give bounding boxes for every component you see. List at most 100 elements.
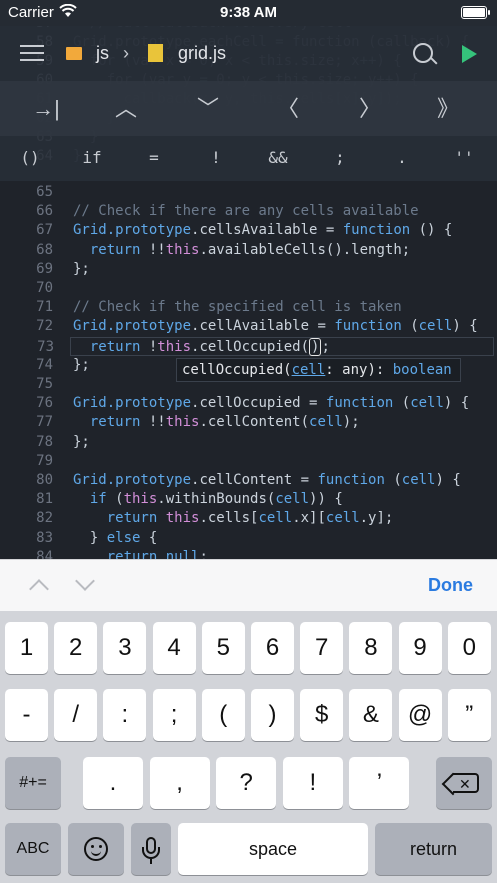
cursor-up-button[interactable]: ︿ bbox=[106, 94, 146, 124]
key[interactable]: ; bbox=[152, 689, 196, 741]
line-text: Grid.prototype.cellAvailable = function … bbox=[73, 318, 478, 335]
emoji-icon bbox=[84, 837, 108, 861]
snippet-button[interactable]: ; bbox=[320, 146, 360, 170]
done-button[interactable]: Done bbox=[428, 575, 473, 596]
key[interactable]: 7 bbox=[300, 622, 344, 674]
key[interactable]: 0 bbox=[447, 622, 491, 674]
line-number: 74 bbox=[36, 356, 53, 373]
key[interactable]: . bbox=[83, 757, 143, 809]
tab-key-button[interactable]: →| bbox=[26, 94, 66, 124]
line-number: 66 bbox=[36, 203, 53, 220]
dictation-key[interactable] bbox=[131, 823, 171, 875]
key[interactable]: 5 bbox=[201, 622, 245, 674]
key[interactable]: $ bbox=[300, 689, 344, 741]
line-number: 70 bbox=[36, 280, 53, 296]
line-text: Grid.prototype.cellsAvailable = function… bbox=[73, 222, 453, 239]
snippet-toolbar: () if =! &&;. '' bbox=[0, 136, 497, 181]
line-number: 65 bbox=[36, 184, 53, 200]
backspace-key[interactable]: ✕ bbox=[436, 757, 492, 809]
editor-toolbar: js › grid.js →| ︿ ﹀ 〈 〉 》 () if =! &&;. '' bbox=[0, 26, 497, 181]
key[interactable]: : bbox=[103, 689, 147, 741]
abc-key[interactable]: ABC bbox=[5, 823, 61, 875]
key[interactable]: ’ bbox=[349, 757, 410, 809]
line-text: } else { bbox=[73, 529, 158, 546]
menu-icon[interactable] bbox=[20, 39, 44, 67]
key[interactable]: ! bbox=[282, 757, 343, 809]
line-number: 75 bbox=[36, 376, 53, 392]
line-text: }; bbox=[73, 356, 90, 373]
key[interactable]: ) bbox=[251, 689, 294, 741]
line-text: }; bbox=[73, 260, 90, 277]
line-number: 77 bbox=[36, 414, 53, 431]
line-number: 81 bbox=[36, 491, 53, 508]
snippet-button[interactable]: ! bbox=[196, 146, 236, 170]
return-key[interactable]: return bbox=[375, 823, 492, 875]
snippet-button[interactable]: () bbox=[10, 146, 50, 170]
cursor-left-button[interactable]: 〈 bbox=[268, 94, 308, 124]
code-line: 83 } else { bbox=[0, 529, 497, 548]
previous-field-icon[interactable] bbox=[29, 579, 49, 599]
snippet-button[interactable]: . bbox=[382, 146, 422, 170]
battery-icon bbox=[461, 6, 490, 19]
tooltip-param: cell bbox=[291, 362, 326, 378]
breadcrumb-folder[interactable]: js bbox=[96, 39, 109, 67]
line-text: if (this.withinBounds(cell)) { bbox=[89, 491, 343, 508]
key[interactable]: @ bbox=[398, 689, 442, 741]
emoji-key[interactable] bbox=[68, 823, 124, 875]
js-file-icon bbox=[148, 44, 163, 62]
snippet-button[interactable]: && bbox=[258, 146, 298, 170]
code-line: 67 Grid.prototype.cellsAvailable = functi… bbox=[0, 221, 497, 240]
line-text: }; bbox=[73, 433, 90, 450]
snippet-button[interactable]: '' bbox=[444, 146, 484, 170]
line-text: Grid.prototype.cellContent = function (c… bbox=[73, 472, 461, 488]
navigation-toolbar: →| ︿ ﹀ 〈 〉 》 bbox=[0, 81, 497, 136]
key[interactable]: 8 bbox=[349, 622, 393, 674]
line-text: return !this.cellOccupied(); bbox=[89, 337, 330, 356]
line-text: return this.cells[cell.x][cell.y]; bbox=[106, 510, 394, 527]
key[interactable]: ? bbox=[216, 757, 277, 809]
cursor-down-button[interactable]: ﹀ bbox=[188, 94, 228, 124]
code-line: 73 return !this.cellOccupied(); bbox=[37, 336, 494, 356]
line-text: // Check if the specified cell is taken bbox=[73, 299, 402, 316]
snippet-button[interactable]: if bbox=[72, 146, 112, 170]
code-line: 78}; bbox=[0, 433, 497, 452]
key[interactable]: , bbox=[149, 757, 210, 809]
key[interactable]: 1 bbox=[5, 622, 48, 674]
line-number: 83 bbox=[36, 529, 53, 546]
tooltip-function: cellOccupied( bbox=[182, 362, 292, 378]
key[interactable]: / bbox=[54, 689, 98, 741]
skip-word-button[interactable]: 》 bbox=[428, 94, 468, 124]
keyboard: #+= ✕ ABC space return 1 2 3 4 5 6 7 8 9 0 - /:;() $… bbox=[0, 611, 497, 883]
key[interactable]: - bbox=[5, 689, 48, 741]
run-icon[interactable] bbox=[462, 45, 477, 63]
snippet-button[interactable]: = bbox=[134, 146, 174, 170]
top-toolbar: js › grid.js bbox=[0, 26, 497, 81]
code-line: 71 // Check if the specified cell is take… bbox=[0, 298, 497, 317]
search-icon[interactable] bbox=[413, 43, 433, 63]
breadcrumb-file[interactable]: grid.js bbox=[178, 39, 226, 67]
line-number: 71 bbox=[36, 299, 53, 316]
code-line: 76 Grid.prototype.cellOccupied = function… bbox=[0, 394, 497, 413]
line-number: 79 bbox=[36, 452, 53, 469]
key[interactable]: 2 bbox=[54, 622, 98, 674]
code-line: 66 // Check if there are any cells availa… bbox=[0, 202, 497, 221]
code-line: 72 Grid.prototype.cellAvailable = functio… bbox=[0, 317, 497, 336]
key[interactable]: 3 bbox=[103, 622, 147, 674]
key[interactable]: ( bbox=[201, 689, 245, 741]
key[interactable]: 4 bbox=[152, 622, 196, 674]
line-number: 67 bbox=[36, 222, 53, 239]
chevron-right-icon: › bbox=[123, 43, 129, 63]
key[interactable]: 9 bbox=[398, 622, 442, 674]
line-text: return !!this.cellContent(cell); bbox=[89, 414, 360, 431]
key[interactable]: ” bbox=[447, 689, 491, 741]
text-cursor: ) bbox=[309, 337, 322, 356]
code-line: 77 return !!this.cellContent(cell); bbox=[0, 413, 497, 432]
key[interactable]: & bbox=[349, 689, 393, 741]
symbols-key[interactable]: #+= bbox=[5, 757, 61, 809]
space-key[interactable]: space bbox=[178, 823, 368, 875]
code-line: 79 bbox=[0, 452, 497, 471]
cursor-right-button[interactable]: 〉 bbox=[350, 94, 390, 124]
code-line: 81 if (this.withinBounds(cell)) { bbox=[0, 490, 497, 509]
next-field-icon[interactable] bbox=[75, 571, 95, 591]
key[interactable]: 6 bbox=[251, 622, 294, 674]
